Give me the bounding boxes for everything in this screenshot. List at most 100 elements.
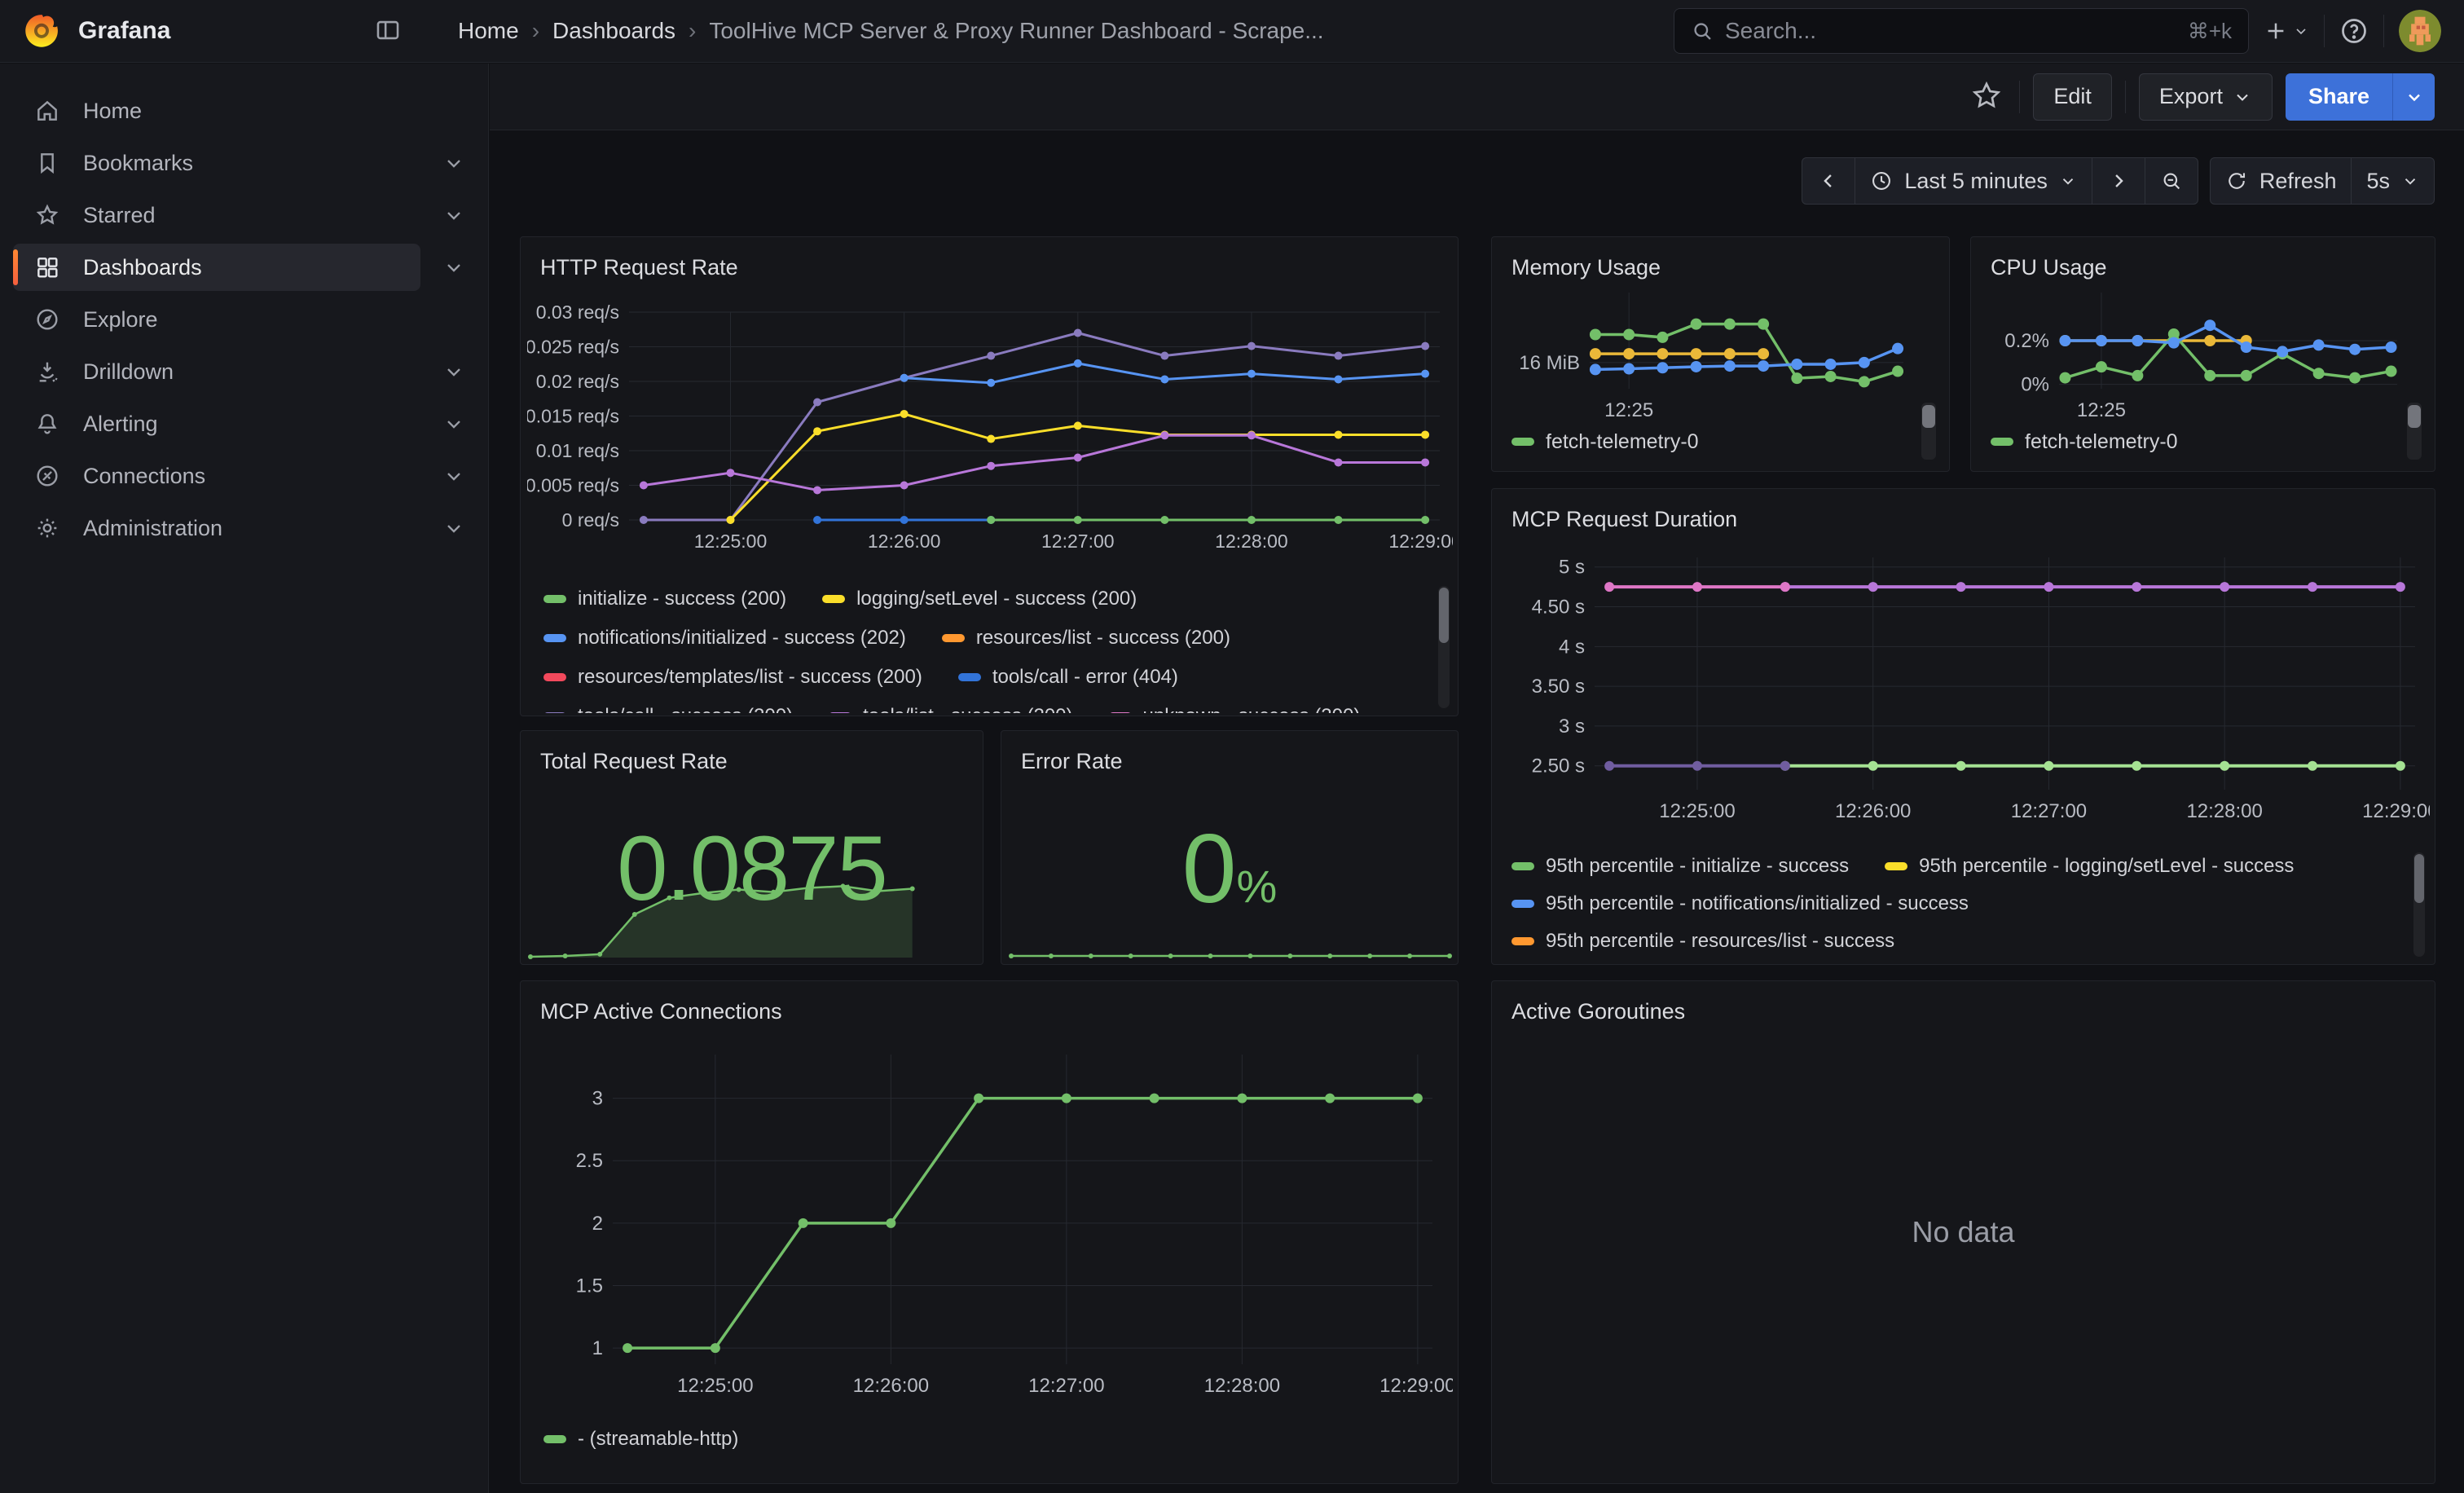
- sidebar-item-explore[interactable]: Explore: [0, 293, 488, 346]
- svg-text:12:29:00: 12:29:00: [1379, 1375, 1453, 1397]
- mcp-request-duration-chart[interactable]: 2.50 s3 s3.50 s4 s4.50 s5 s12:25:0012:26…: [1498, 535, 2430, 832]
- breadcrumb-current-dashboard: ToolHive MCP Server & Proxy Runner Dashb…: [709, 18, 1323, 44]
- grafana-logo-icon[interactable]: [23, 12, 60, 50]
- grafana-app: Grafana Home › Dashboards › ToolHive MCP…: [0, 0, 2464, 1493]
- svg-text:12:26:00: 12:26:00: [853, 1375, 929, 1397]
- memory-usage-chart[interactable]: 16 MiB12:25: [1498, 275, 1944, 421]
- export-button[interactable]: Export: [2139, 73, 2273, 121]
- sidebar-item-home[interactable]: Home: [0, 85, 488, 137]
- search-box[interactable]: ⌘+k: [1674, 8, 2249, 54]
- legend-item[interactable]: tools/list - success (200): [829, 705, 1072, 713]
- sidebar-item-connections[interactable]: Connections: [0, 450, 488, 502]
- sidebar-item-starred[interactable]: Starred: [0, 189, 488, 241]
- time-shift-forward-button[interactable]: [2092, 157, 2145, 205]
- chevron-down-icon[interactable]: [442, 256, 465, 279]
- panel-error-rate: Error Rate 0%: [1001, 730, 1459, 965]
- cpu-usage-chart[interactable]: 0.2%0%12:25: [1978, 275, 2430, 421]
- breadcrumb-home[interactable]: Home: [458, 18, 519, 44]
- sidebar-item-drilldown[interactable]: Drilldown: [0, 346, 488, 398]
- panel-title[interactable]: MCP Active Connections: [521, 981, 1458, 1024]
- panel-title[interactable]: HTTP Request Rate: [521, 237, 1458, 280]
- legend-item[interactable]: notifications/initialized - success (202…: [543, 627, 906, 650]
- time-shift-back-button[interactable]: [1802, 157, 1855, 205]
- star-icon: [1970, 79, 2003, 112]
- legend-item[interactable]: resources/list - success (200): [942, 627, 1230, 650]
- svg-text:16 MiB: 16 MiB: [1519, 352, 1580, 374]
- edit-button[interactable]: Edit: [2033, 73, 2112, 121]
- sidebar-item-administration[interactable]: Administration: [0, 502, 488, 554]
- star-dashboard-button[interactable]: [1967, 77, 2006, 117]
- chevron-down-icon[interactable]: [442, 204, 465, 227]
- time-range-picker[interactable]: Last 5 minutes: [1855, 157, 2092, 205]
- refresh-group: Refresh 5s: [2210, 157, 2435, 208]
- http-request-rate-chart[interactable]: 0 req/s0.005 req/s0.01 req/s0.015 req/s0…: [527, 283, 1453, 560]
- breadcrumb-dashboards[interactable]: Dashboards: [552, 18, 675, 44]
- divider: [2383, 15, 2384, 47]
- sidebar-toggle-icon[interactable]: [372, 15, 404, 47]
- sidebar-item-dashboards[interactable]: Dashboards: [0, 241, 488, 293]
- legend-item[interactable]: initialize - success (200): [543, 588, 786, 610]
- legend-item[interactable]: fetch-telemetry-0: [1991, 430, 2178, 454]
- svg-text:12:28:00: 12:28:00: [1204, 1375, 1280, 1397]
- panel-mcp-active-connections: MCP Active Connections 11.522.5312:25:00…: [520, 980, 1459, 1484]
- search-input[interactable]: [1725, 18, 2176, 44]
- zoom-out-time-button[interactable]: [2145, 157, 2198, 205]
- share-button-group: Share: [2286, 73, 2435, 121]
- refresh-button[interactable]: Refresh: [2210, 157, 2352, 205]
- chevron-down-icon: [2293, 23, 2309, 39]
- svg-text:12:29:00: 12:29:00: [1388, 531, 1453, 552]
- panel-active-goroutines: Active Goroutines No data: [1491, 980, 2435, 1484]
- star-icon: [34, 202, 60, 228]
- stat-value: 0.0875: [521, 816, 983, 921]
- breadcrumb-separator: ›: [689, 18, 696, 44]
- svg-text:12:29:00: 12:29:00: [2362, 800, 2430, 822]
- legend-item[interactable]: resources/templates/list - success (200): [543, 666, 922, 689]
- legend-item[interactable]: - (streamable-http): [543, 1428, 738, 1451]
- legend-scrollbar[interactable]: [2407, 403, 2422, 460]
- chevron-down-icon[interactable]: [442, 152, 465, 174]
- panel-title[interactable]: Total Request Rate: [521, 731, 983, 774]
- legend-item[interactable]: unknown - success (200): [1109, 705, 1361, 713]
- panel-title[interactable]: Error Rate: [1001, 731, 1458, 774]
- share-button[interactable]: Share: [2286, 73, 2392, 121]
- top-navigation-bar: Grafana Home › Dashboards › ToolHive MCP…: [0, 0, 2464, 63]
- legend-scrollbar[interactable]: [2413, 852, 2425, 957]
- panel-title[interactable]: MCP Request Duration: [1492, 489, 2435, 532]
- help-button[interactable]: [2339, 16, 2369, 46]
- sidebar-item-bookmarks[interactable]: Bookmarks: [0, 137, 488, 189]
- svg-text:0%: 0%: [2021, 374, 2049, 396]
- share-dropdown-button[interactable]: [2392, 73, 2435, 121]
- legend-item[interactable]: logging/setLevel - success (200): [822, 588, 1137, 610]
- svg-text:2.50 s: 2.50 s: [1532, 755, 1585, 777]
- active-indicator: [13, 249, 18, 285]
- legend-item[interactable]: 95th percentile - logging/setLevel - suc…: [1885, 855, 2294, 878]
- stat-value: 0%: [1001, 813, 1458, 925]
- mcp-active-connections-chart[interactable]: 11.522.5312:25:0012:26:0012:27:0012:28:0…: [527, 1030, 1453, 1409]
- chevron-down-icon[interactable]: [442, 517, 465, 540]
- refresh-interval-picker[interactable]: 5s: [2352, 157, 2435, 205]
- user-avatar[interactable]: [2399, 10, 2441, 52]
- legend-scrollbar[interactable]: [1921, 403, 1936, 460]
- chevron-down-icon[interactable]: [442, 360, 465, 383]
- chevron-down-icon[interactable]: [442, 412, 465, 435]
- chevron-down-icon[interactable]: [442, 465, 465, 487]
- breadcrumb: Home › Dashboards › ToolHive MCP Server …: [458, 18, 1324, 44]
- svg-text:12:25:00: 12:25:00: [1659, 800, 1735, 822]
- legend-item[interactable]: 95th percentile - notifications/initiali…: [1511, 892, 1969, 915]
- legend-item[interactable]: 95th percentile - resources/list - succe…: [1511, 930, 1894, 953]
- legend-item[interactable]: 95th percentile - initialize - success: [1511, 855, 1849, 878]
- chevron-left-icon: [1817, 170, 1840, 192]
- legend-item[interactable]: tools/call - success (200): [543, 705, 793, 713]
- bell-icon: [34, 411, 60, 437]
- legend-item[interactable]: fetch-telemetry-0: [1511, 430, 1699, 454]
- add-new-button[interactable]: [2264, 19, 2309, 43]
- svg-text:3.50 s: 3.50 s: [1532, 676, 1585, 698]
- svg-text:12:26:00: 12:26:00: [868, 531, 941, 552]
- svg-text:0.01 req/s: 0.01 req/s: [536, 440, 619, 461]
- sidebar-item-alerting[interactable]: Alerting: [0, 398, 488, 450]
- legend-item[interactable]: tools/call - error (404): [958, 666, 1178, 689]
- time-range-group: Last 5 minutes: [1802, 157, 2198, 208]
- legend-scrollbar[interactable]: [1438, 586, 1450, 708]
- no-data-message: No data: [1492, 981, 2435, 1483]
- svg-text:12:28:00: 12:28:00: [1215, 531, 1288, 552]
